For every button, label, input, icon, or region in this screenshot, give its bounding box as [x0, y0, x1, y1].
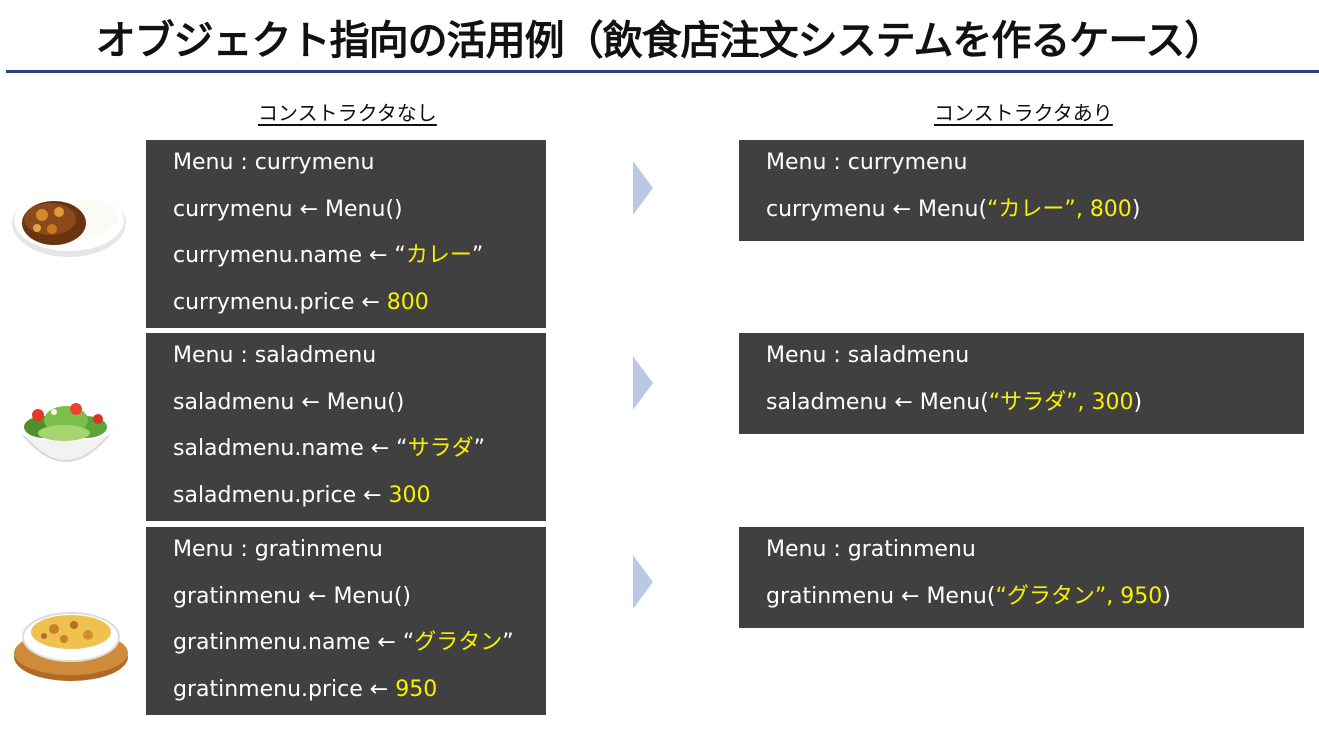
code-line-price: saladmenu.price ← 300	[173, 482, 431, 508]
heading-with-constructor: コンストラクタあり	[934, 101, 1113, 125]
code-line-constructor: gratinmenu ← Menu(“グラタン”, 950)	[766, 583, 1171, 609]
code-block-salad: Menu : saladmenu saladmenu ← Menu() sala…	[146, 333, 546, 521]
code-block-gratin-constructor: Menu : gratinmenu gratinmenu ← Menu(“グラタ…	[739, 527, 1304, 628]
name-value: カレー	[405, 243, 472, 268]
heading-without-constructor: コンストラクタなし	[258, 101, 437, 125]
curry-rice-icon	[12, 189, 126, 257]
code-line-declaration: Menu : saladmenu	[173, 343, 377, 368]
constructor-args: “サラダ”, 300	[988, 389, 1134, 415]
constructor-args: “カレー”, 800	[987, 196, 1132, 222]
code-block-salad-constructor: Menu : saladmenu saladmenu ← Menu(“サラダ”,…	[739, 333, 1304, 434]
code-line-declaration: Menu : saladmenu	[766, 343, 970, 368]
code-line-constructor: currymenu ← Menu(“カレー”, 800)	[766, 196, 1141, 222]
price-value: 950	[395, 676, 438, 702]
name-value: グラタン	[414, 630, 503, 655]
gratin-icon	[14, 612, 128, 681]
code-block-gratin: Menu : gratinmenu gratinmenu ← Menu() gr…	[146, 527, 546, 715]
code-line-constructor: saladmenu ← Menu()	[173, 389, 405, 415]
price-value: 800	[386, 289, 429, 315]
code-block-curry: Menu : currymenu currymenu ← Menu() curr…	[146, 140, 546, 328]
title-divider	[6, 70, 1319, 73]
code-line-price: currymenu.price ← 800	[173, 289, 429, 315]
code-line-price: gratinmenu.price ← 950	[173, 676, 438, 702]
arrow-right-icon	[633, 161, 653, 215]
salad-icon	[17, 403, 115, 462]
code-line-name: currymenu.name ← “カレー”	[173, 243, 484, 268]
constructor-args: “グラタン”, 950	[995, 583, 1163, 609]
price-value: 300	[388, 482, 431, 508]
code-line-declaration: Menu : gratinmenu	[766, 537, 976, 562]
arrow-right-icon	[633, 356, 653, 410]
code-line-name: saladmenu.name ← “サラダ”	[173, 436, 485, 461]
code-line-constructor: currymenu ← Menu()	[173, 196, 403, 222]
code-line-declaration: Menu : gratinmenu	[173, 537, 383, 562]
arrow-right-icon	[633, 555, 653, 609]
page-title: オブジェクト指向の活用例（飲食店注文システムを作るケース）	[95, 18, 1225, 64]
code-line-name: gratinmenu.name ← “グラタン”	[173, 630, 514, 655]
code-block-curry-constructor: Menu : currymenu currymenu ← Menu(“カレー”,…	[739, 140, 1304, 241]
code-line-declaration: Menu : currymenu	[173, 150, 375, 175]
code-line-declaration: Menu : currymenu	[766, 150, 968, 175]
code-line-constructor: saladmenu ← Menu(“サラダ”, 300)	[766, 389, 1143, 415]
code-line-constructor: gratinmenu ← Menu()	[173, 583, 412, 609]
name-value: サラダ	[407, 436, 474, 461]
